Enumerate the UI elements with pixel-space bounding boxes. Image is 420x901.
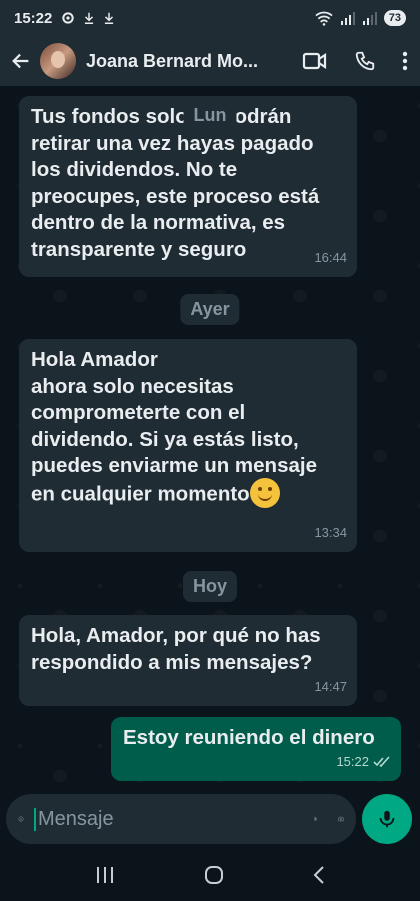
message-input[interactable] bbox=[33, 807, 303, 831]
camera-icon[interactable] bbox=[338, 807, 344, 831]
attach-icon[interactable] bbox=[313, 806, 318, 832]
mic-icon bbox=[379, 810, 395, 828]
wifi-icon bbox=[315, 11, 333, 26]
message-text: Estoy reuniendo el dinero bbox=[123, 726, 375, 749]
chat-header: Joana Bernard Mo... bbox=[0, 36, 420, 86]
status-time: 15:22 bbox=[14, 9, 53, 27]
home-icon[interactable] bbox=[203, 864, 225, 886]
message-time: 14:47 bbox=[314, 678, 347, 694]
message-text: Tus fondos solo se podrán retirar una ve… bbox=[31, 105, 320, 261]
message-time: 15:22 bbox=[336, 749, 391, 776]
contact-name[interactable]: Joana Bernard Mo... bbox=[86, 51, 276, 72]
chat-area[interactable]: Tus fondos solo se podrán retirar una ve… bbox=[0, 86, 420, 789]
phone-icon[interactable] bbox=[354, 50, 376, 72]
read-double-check-icon bbox=[373, 756, 390, 767]
date-chip-ayer: Ayer bbox=[180, 294, 240, 325]
back-icon[interactable] bbox=[312, 865, 326, 885]
system-nav-bar bbox=[0, 849, 420, 901]
signal-icon bbox=[340, 12, 355, 25]
more-vert-icon[interactable] bbox=[402, 50, 408, 72]
mic-button[interactable] bbox=[362, 794, 412, 844]
date-chip-hoy: Hoy bbox=[182, 571, 238, 602]
message-text: Hola, Amador, por qué no has respondido … bbox=[31, 624, 321, 674]
settings-gear-icon bbox=[62, 12, 75, 24]
message-time: 16:44 bbox=[314, 249, 347, 265]
back-button[interactable] bbox=[0, 50, 36, 72]
message-time: 13:34 bbox=[314, 524, 347, 540]
emoji-sticker-icon[interactable] bbox=[18, 806, 24, 832]
status-bar: 15:22 73 bbox=[0, 0, 420, 36]
download-icon bbox=[105, 12, 114, 24]
message-bubble-out[interactable]: Estoy reuniendo el dinero 15:22 bbox=[111, 717, 401, 781]
avatar[interactable] bbox=[40, 43, 76, 79]
back-arrow-icon bbox=[12, 53, 29, 69]
video-call-icon[interactable] bbox=[302, 50, 328, 72]
message-bubble-in[interactable]: Hola, Amador, por qué no has respondido … bbox=[19, 615, 357, 706]
message-input-container[interactable] bbox=[6, 794, 356, 844]
signal-icon bbox=[362, 12, 377, 25]
message-text: Hola Amador bbox=[31, 348, 158, 371]
smiling-face-emoji-icon bbox=[249, 477, 280, 508]
composer bbox=[0, 789, 420, 849]
battery-icon: 73 bbox=[383, 10, 406, 26]
date-chip-lun: Lun bbox=[183, 100, 237, 131]
download-icon bbox=[85, 12, 94, 24]
recents-icon[interactable] bbox=[94, 866, 116, 884]
message-bubble-in[interactable]: Hola Amador ahora solo necesitas comprom… bbox=[19, 339, 357, 552]
